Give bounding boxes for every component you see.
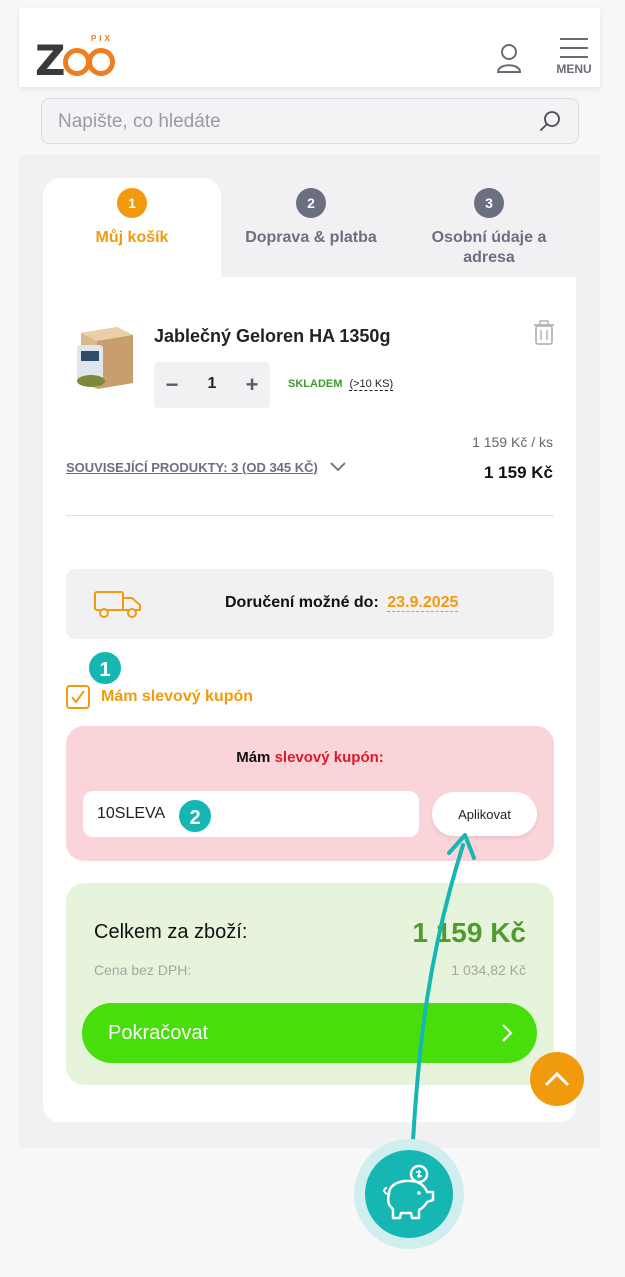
delivery-label: Doručení možné do:: [225, 594, 379, 611]
site-header: PIX Z MENU: [19, 8, 600, 87]
logo-letter-z: Z: [35, 36, 66, 85]
chevron-right-icon: [502, 1024, 513, 1042]
logo-letter-o: [87, 48, 115, 76]
coupon-panel: Mám slevový kupón: Aplikovat: [66, 726, 554, 861]
tab-shipping-payment[interactable]: 2 Doprava & platba: [230, 178, 392, 248]
continue-button[interactable]: Pokračovat: [82, 1003, 537, 1063]
increase-quantity-button[interactable]: +: [242, 372, 262, 398]
product-image[interactable]: [73, 325, 135, 391]
total-label: Celkem za zboží:: [94, 921, 248, 943]
coupon-checkbox-label[interactable]: Mám slevový kupón: [101, 688, 253, 706]
search-icon[interactable]: [538, 109, 562, 133]
coupon-code-input[interactable]: [83, 791, 419, 837]
delivery-date[interactable]: 23.9.2025: [387, 594, 459, 612]
chevron-down-icon[interactable]: [330, 462, 346, 472]
search-bar[interactable]: Napište, co hledáte: [41, 98, 579, 144]
quantity-stepper: − 1 +: [154, 362, 270, 408]
stock-label: SKLADEM: [288, 378, 343, 390]
trash-icon[interactable]: [533, 320, 555, 346]
delivery-info: Doručení možné do: 23.9.2025: [66, 569, 554, 639]
apply-coupon-button[interactable]: Aplikovat: [432, 792, 537, 836]
step-number: 2: [296, 188, 326, 218]
related-products-link[interactable]: SOUVISEJÍCÍ PRODUKTY: 3 (OD 345 KČ): [66, 460, 318, 475]
net-price-label: Cena bez DPH:: [94, 962, 192, 978]
piggy-bank-button[interactable]: [365, 1150, 453, 1238]
continue-label: Pokračovat: [108, 1021, 209, 1044]
net-price-value: 1 034,82 Kč: [451, 962, 526, 978]
delivery-text: Doručení možné do: 23.9.2025: [225, 594, 459, 612]
step-number: 1: [117, 188, 147, 218]
coupon-title-prefix: Mám: [236, 749, 271, 766]
unit-price: 1 159 Kč / ks: [472, 434, 553, 450]
product-name[interactable]: Jablečný Geloren HA 1350g: [154, 326, 390, 347]
divider: [66, 515, 554, 516]
total-value: 1 159 Kč: [412, 917, 526, 948]
step-badge: 2: [177, 798, 213, 834]
step-badge: 1: [87, 650, 123, 686]
stock-status: SKLADEM (>10 KS): [288, 378, 394, 391]
tab-my-cart[interactable]: 1 Můj košík: [43, 178, 221, 288]
step-label: Osobní údaje a adresa: [431, 229, 547, 266]
savings-widget[interactable]: [354, 1139, 464, 1249]
truck-icon: [94, 591, 141, 618]
checkmark-icon: [71, 690, 85, 704]
checkout-page: PIX Z MENU Napište, co hledáte 1 Můj koš…: [0, 0, 625, 1277]
step-number: 3: [474, 188, 504, 218]
coupon-title-accent: slevový kupón:: [274, 749, 384, 766]
logo-sub: PIX: [91, 34, 113, 43]
piggy-bank-icon: [383, 1164, 435, 1220]
menu-label: MENU: [556, 62, 592, 76]
hamburger-menu-icon: [552, 38, 596, 58]
search-input[interactable]: Napište, co hledáte: [58, 111, 221, 133]
tab-personal-details[interactable]: 3 Osobní údaje a adresa: [410, 178, 568, 268]
order-summary: Celkem za zboží: 1 159 Kč Cena bez DPH: …: [66, 883, 554, 1085]
menu-button[interactable]: MENU: [552, 38, 596, 76]
chevron-up-icon: [544, 1071, 570, 1087]
user-icon[interactable]: [496, 43, 522, 73]
stock-count[interactable]: (>10 KS): [349, 378, 394, 391]
step-label: Doprava & platba: [245, 229, 377, 246]
coupon-title: Mám slevový kupón:: [66, 749, 554, 766]
coupon-checkbox[interactable]: [66, 685, 90, 709]
line-total: 1 159 Kč: [484, 463, 553, 482]
scroll-to-top-button[interactable]: [530, 1052, 584, 1106]
step-label: Můj košík: [95, 229, 169, 246]
